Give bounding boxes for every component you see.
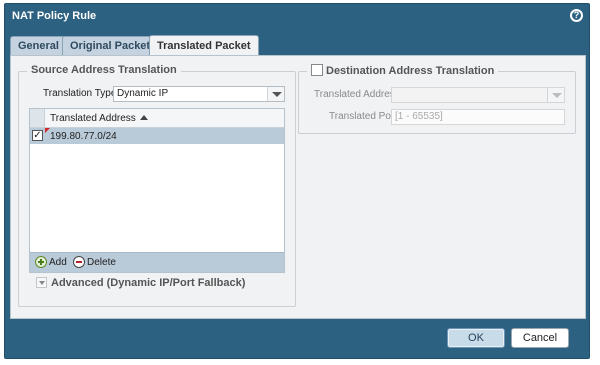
sort-ascending-icon [139,115,148,120]
translated-address-column-header[interactable]: Translated Address [50,113,148,124]
translated-port-label: Translated Port [329,111,397,122]
tab-general[interactable]: General [10,36,67,57]
chevron-down-icon[interactable] [267,87,284,101]
destination-translation-checkbox[interactable] [311,64,323,76]
delete-icon [73,256,85,268]
expand-chevron-icon[interactable] [36,277,47,288]
translation-type-label: Translation Type [43,88,117,99]
translated-address-label: Translated Address [314,89,400,100]
chevron-down-icon[interactable] [547,88,564,102]
help-icon[interactable]: ? [570,9,583,22]
column-header-label: Translated Address [50,113,136,124]
advanced-fallback-toggle[interactable]: Advanced (Dynamic IP/Port Fallback) [36,277,245,289]
row-select-cell: ✓ [30,128,45,144]
source-translation-legend: Source Address Translation [27,64,181,76]
add-button[interactable]: Add [35,256,67,270]
destination-translation-legend: Destination Address Translation [307,64,499,77]
select-all-column[interactable] [30,109,45,127]
delete-button-label: Delete [87,257,116,268]
grid-header: Translated Address [30,109,284,128]
destination-translation-legend-label: Destination Address Translation [326,65,495,77]
advanced-fallback-label: Advanced (Dynamic IP/Port Fallback) [51,277,246,289]
add-button-label: Add [49,257,67,268]
source-address-translation-fieldset: Source Address Translation Translation T… [18,64,296,307]
translated-address-grid: Translated Address ✓ 199.80.77.0/24 Add … [29,108,285,273]
tab-translated-packet[interactable]: Translated Packet [149,35,259,57]
translated-port-input[interactable]: [1 - 65535] [391,109,565,125]
translation-type-select[interactable]: Dynamic IP [113,86,285,102]
table-row[interactable]: ✓ 199.80.77.0/24 [30,128,284,144]
nat-policy-rule-dialog: NAT Policy Rule ? General Original Packe… [4,3,590,359]
tab-original-packet[interactable]: Original Packet [62,36,159,57]
delete-button[interactable]: Delete [73,256,116,270]
ok-button[interactable]: OK [447,328,505,348]
translation-type-value: Dynamic IP [117,88,169,99]
add-icon [35,256,47,268]
grid-toolbar: Add Delete [30,252,284,272]
destination-address-translation-fieldset: Destination Address Translation Translat… [298,64,576,134]
cancel-button[interactable]: Cancel [511,328,569,348]
row-checkbox[interactable]: ✓ [32,130,43,141]
dialog-title: NAT Policy Rule [12,10,97,22]
translated-address-cell: 199.80.77.0/24 [50,131,117,142]
translated-address-select[interactable] [391,87,565,103]
tab-content-panel: Source Address Translation Translation T… [10,55,586,319]
